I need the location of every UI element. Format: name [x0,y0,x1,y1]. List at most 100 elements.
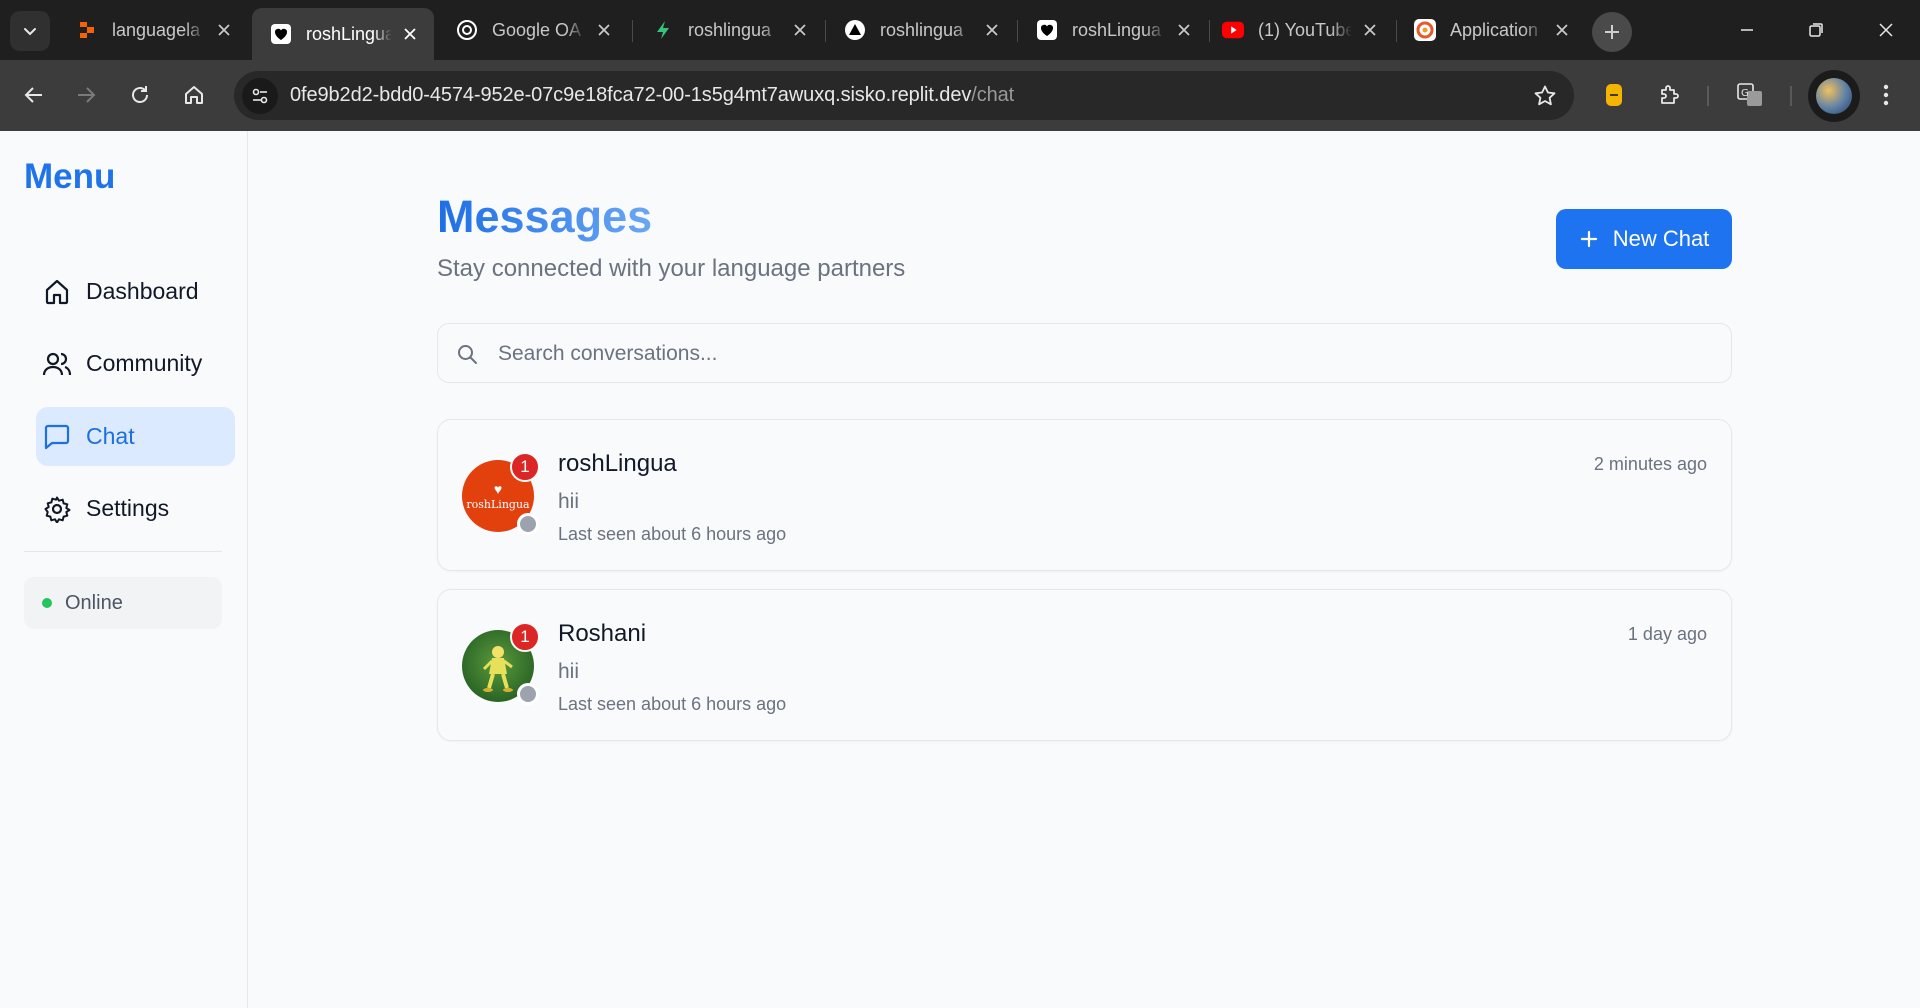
close-icon[interactable] [1174,20,1194,40]
back-button[interactable] [14,75,54,115]
minimize-icon [1741,29,1753,31]
tab-title: roshlingua [688,19,772,40]
close-icon[interactable] [1552,20,1572,40]
page-subtitle: Stay connected with your language partne… [437,255,906,282]
tab-search-button[interactable] [10,11,50,51]
plus-icon [1605,25,1619,39]
arrow-right-icon [78,87,96,103]
sidebar-item-label: Dashboard [86,278,199,304]
message-time: 1 day ago [1627,624,1707,644]
browser-tab-active[interactable]: roshLingua [252,8,434,60]
tab-title: Application [1450,19,1539,40]
browser-toolbar: 0fe9b2d2-bdd0-4574-952e-07c9e18fca72-00-… [0,60,1920,131]
sidebar-item-dashboard[interactable]: Dashboard [36,262,235,321]
profile-avatar[interactable] [1808,70,1860,122]
last-message: hii [558,660,580,683]
heart-icon [270,23,292,45]
translate-button[interactable]: G [1732,77,1768,113]
triangle-icon [844,19,866,41]
browser-tab[interactable]: (1) YouTube [1204,8,1394,52]
bolt-icon [652,19,674,41]
conversation-name: roshLingua [558,450,677,477]
browser-tab[interactable]: roshlingua [634,8,824,52]
browser-tab[interactable]: Google OA [438,8,628,52]
more-vert-icon [1883,84,1889,106]
restore-icon [1809,23,1823,37]
close-icon[interactable] [400,24,420,44]
browser-tab[interactable]: roshLingua [1018,8,1208,52]
url-path: /chat [971,84,1015,106]
new-chat-label: New Chat [1612,226,1710,251]
home-button[interactable] [174,75,214,115]
arrow-left-icon [24,87,42,103]
site-info-button[interactable] [242,78,278,114]
close-icon[interactable] [790,20,810,40]
new-chat-button[interactable]: New Chat [1556,209,1732,269]
messages-page: Messages Stay connected with your langua… [249,131,1920,1008]
url-host: 0fe9b2d2-bdd0-4574-952e-07c9e18fca72-00-… [290,84,972,106]
plus-icon [1579,229,1599,249]
sidebar-item-label: Community [86,350,203,376]
translate-icon: G [1737,83,1762,106]
reload-button[interactable] [120,75,160,115]
profile-image [1816,78,1852,114]
sidebar-item-label: Chat [86,423,135,449]
extensions-menu-button[interactable] [1651,77,1687,113]
toolbar-divider [1790,86,1792,106]
address-bar[interactable]: 0fe9b2d2-bdd0-4574-952e-07c9e18fca72-00-… [234,71,1574,120]
url-text[interactable]: 0fe9b2d2-bdd0-4574-952e-07c9e18fca72-00-… [290,84,1014,107]
forward-button[interactable] [66,75,106,115]
conversation-item[interactable]: 1 Roshani hii Last seen about 6 hours ag… [437,589,1732,741]
close-icon[interactable] [1360,20,1380,40]
search-box [437,323,1732,383]
tab-title: languagela [112,19,201,40]
browser-menu-button[interactable] [1868,77,1904,113]
restore-button[interactable] [1795,10,1837,50]
browser-tab[interactable]: roshlingua [826,8,1016,52]
minimize-button[interactable] [1726,10,1768,50]
sidebar-item-settings[interactable]: Settings [36,479,235,538]
home-icon [42,277,72,307]
message-time: 2 minutes ago [1593,454,1707,474]
close-icon[interactable] [982,20,1002,40]
last-message: hii [558,490,580,513]
close-icon [1879,23,1893,37]
sidebar-item-chat[interactable]: Chat [36,407,235,466]
toolbar-divider [1707,86,1709,106]
page-title: Messages [437,191,653,242]
close-window-button[interactable] [1865,10,1907,50]
replit-icon [76,19,98,41]
sidebar-title: Menu [24,157,116,196]
new-tab-button[interactable] [1592,12,1632,52]
close-icon[interactable] [214,20,234,40]
tab-title: roshlingua [880,19,964,40]
youtube-icon [1222,19,1244,41]
extension-yellow-icon [1606,84,1622,106]
conversation-item[interactable]: ♥ roshLingua 1 roshLingua hii Last seen … [437,419,1732,571]
tab-title: (1) YouTube [1258,19,1352,40]
extension-button[interactable] [1596,77,1632,113]
close-icon[interactable] [594,20,614,40]
sidebar-item-community[interactable]: Community [36,334,235,393]
tab-title: Google OA [492,19,582,40]
app-icon [1414,19,1436,41]
bookmark-button[interactable] [1532,83,1558,109]
star-icon [1534,85,1556,106]
sidebar-item-label: Settings [86,495,170,521]
presence-indicator [517,683,539,705]
browser-tab[interactable]: Application [1396,8,1586,52]
gear-icon [42,494,72,524]
chevron-down-icon [24,28,36,36]
tab-title: roshLingua [1072,19,1162,40]
reload-icon [132,86,148,103]
online-dot-icon [42,598,52,608]
svg-text:G: G [1741,88,1749,99]
search-input[interactable] [498,334,1698,374]
tune-icon [252,88,268,104]
message-icon [42,422,72,452]
avatar-logo-text: roshLingua [466,497,530,511]
sidebar: Menu Dashboard Community Chat Settings O… [0,131,248,1008]
sidebar-divider [24,551,222,552]
tab-divider [632,20,633,42]
browser-tab[interactable]: languagela [58,8,248,52]
